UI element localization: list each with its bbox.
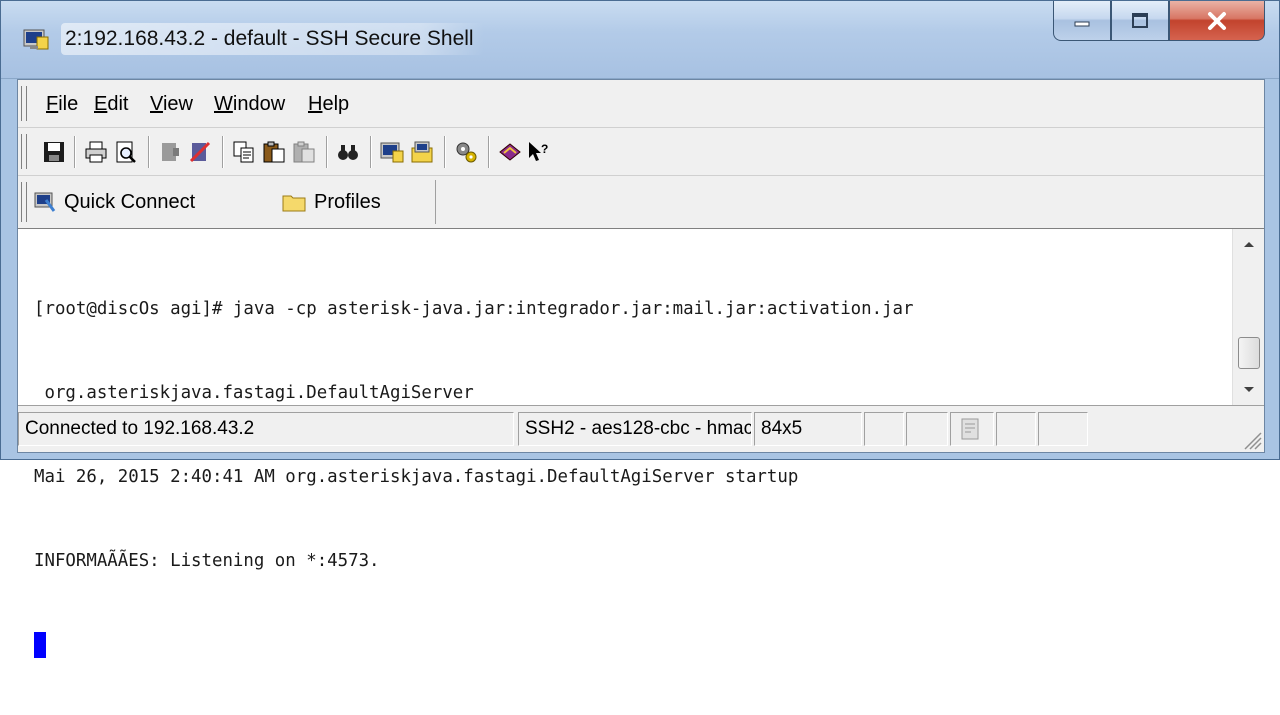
find-icon[interactable] (336, 140, 360, 164)
menu-file[interactable]: File (46, 80, 78, 128)
terminal-line: Mai 26, 2015 2:40:41 AM org.asteriskjava… (34, 467, 799, 487)
help-book-icon[interactable] (498, 140, 522, 164)
maximize-button[interactable] (1111, 1, 1169, 41)
quick-connect-bar: Quick Connect Profiles (18, 176, 1264, 228)
window-controls (1053, 1, 1265, 43)
scroll-thumb[interactable] (1238, 337, 1260, 369)
menu-view[interactable]: View (150, 80, 193, 128)
status-cipher: SSH2 - aes128-cbc - hmac-md5 - nc (518, 412, 752, 446)
terminal-area[interactable]: [root@discOs agi]# java -cp asterisk-jav… (18, 228, 1264, 658)
new-file-transfer-icon[interactable] (410, 140, 434, 164)
paste-disabled-icon[interactable] (292, 140, 316, 164)
disconnect-disabled-icon[interactable] (188, 140, 212, 164)
copy-icon[interactable] (232, 140, 256, 164)
terminal-line: INFORMAÃÃES: Listening on *:4573. (34, 551, 380, 571)
close-icon (1208, 11, 1226, 30)
vertical-scrollbar[interactable] (1232, 229, 1264, 405)
quick-connect-panel: Quick Connect Profiles (34, 180, 436, 224)
minimize-button[interactable] (1053, 1, 1111, 41)
settings-icon[interactable] (454, 140, 478, 164)
status-bar: Connected to 192.168.43.2 SSH2 - aes128-… (18, 406, 1264, 452)
scroll-down-icon (1244, 387, 1254, 392)
resize-grip-icon (1244, 432, 1262, 450)
close-button[interactable] (1169, 1, 1265, 41)
status-terminal-size: 84x5 (754, 412, 862, 446)
ssh-window: 2:192.168.43.2 - default - SSH Secure Sh… (0, 0, 1280, 658)
quick-bar-grip[interactable] (21, 182, 27, 222)
client-area: File Edit View Window Help ? Quick Conne… (17, 79, 1265, 658)
status-connection: Connected to 192.168.43.2 (18, 412, 514, 446)
minimize-icon (1074, 21, 1090, 26)
title-bar[interactable]: 2:192.168.43.2 - default - SSH Secure Sh… (1, 1, 1279, 79)
print-preview-icon[interactable] (114, 140, 138, 164)
paste-icon[interactable] (262, 140, 286, 164)
status-cell-empty (1038, 412, 1088, 446)
menu-window[interactable]: Window (214, 80, 285, 128)
status-cell-empty (996, 412, 1036, 446)
resize-grip[interactable] (1240, 428, 1262, 450)
toolbar: ? (18, 128, 1264, 176)
scroll-down-button[interactable] (1233, 375, 1265, 405)
folder-icon (282, 195, 306, 212)
terminal-line: org.asteriskjava.fastagi.DefaultAgiServe… (34, 383, 474, 403)
terminal-cursor (34, 632, 46, 658)
terminal-prompt-line (34, 631, 1226, 659)
toolbar-grip[interactable] (21, 134, 27, 169)
quick-connect-button[interactable]: Quick Connect (34, 180, 195, 224)
maximize-icon (1132, 12, 1148, 28)
disconnect-icon[interactable] (158, 140, 182, 164)
scroll-up-icon (1244, 242, 1254, 247)
save-icon[interactable] (42, 140, 66, 164)
transfer-icon (961, 418, 979, 440)
scroll-up-button[interactable] (1233, 229, 1265, 259)
window-title: 2:192.168.43.2 - default - SSH Secure Sh… (61, 23, 484, 55)
svg-text:?: ? (541, 142, 548, 156)
menu-bar-grip[interactable] (21, 86, 27, 121)
menu-bar: File Edit View Window Help (18, 80, 1264, 128)
terminal-output: [root@discOs agi]# java -cp asterisk-jav… (34, 239, 1226, 715)
menu-help[interactable]: Help (308, 80, 349, 128)
context-help-icon[interactable]: ? (526, 140, 550, 164)
status-cell-empty (906, 412, 948, 446)
quick-connect-icon (34, 192, 56, 212)
menu-edit[interactable]: Edit (94, 80, 128, 128)
new-terminal-icon[interactable] (380, 140, 404, 164)
status-cell-empty (864, 412, 904, 446)
ssh-app-icon (23, 29, 49, 50)
print-icon[interactable] (84, 140, 108, 164)
status-transfer-cell (950, 412, 994, 446)
terminal-line: [root@discOs agi]# java -cp asterisk-jav… (34, 299, 914, 319)
profiles-button[interactable]: Profiles (282, 180, 381, 224)
